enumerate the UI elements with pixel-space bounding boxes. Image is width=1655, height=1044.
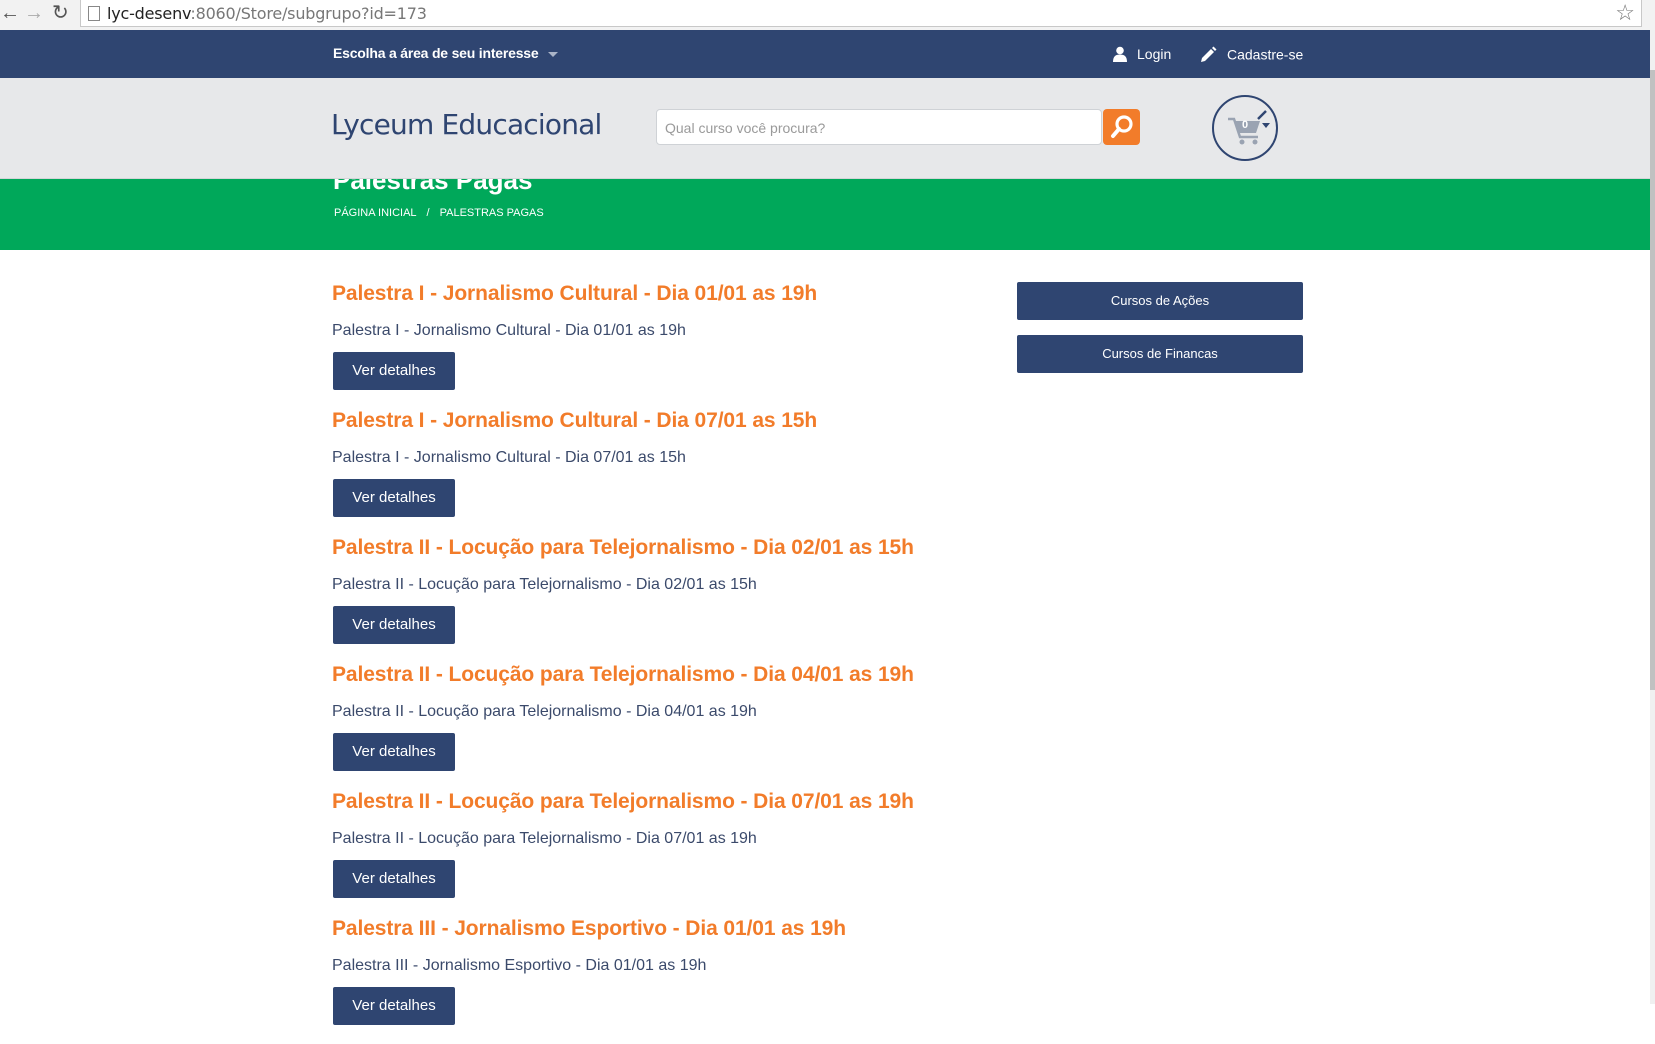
- course-title[interactable]: Palestra I - Jornalismo Cultural - Dia 0…: [332, 409, 817, 433]
- user-icon: [1113, 46, 1127, 65]
- breadcrumb-home[interactable]: PÁGINA INICIAL: [334, 207, 417, 219]
- page-banner: Palestras Pagas PÁGINA INICIAL / PALESTRAS…: [0, 179, 1650, 250]
- forward-arrow-icon[interactable]: →: [24, 2, 44, 24]
- category-button-financas[interactable]: Cursos de Financas: [1017, 335, 1303, 373]
- area-dropdown[interactable]: Escolha a área de seu interesse: [333, 45, 559, 61]
- search-button[interactable]: [1103, 109, 1140, 145]
- login-label: Login: [1137, 46, 1172, 63]
- cart-count: 0: [1242, 119, 1249, 131]
- course-title[interactable]: Palestra II - Locução para Telejornalism…: [332, 663, 914, 687]
- page-icon: [88, 6, 100, 21]
- category-button-acoes[interactable]: Cursos de Ações: [1017, 282, 1303, 320]
- site-logo[interactable]: Lyceum Educacional: [331, 108, 602, 141]
- details-button[interactable]: Ver detalhes: [333, 352, 455, 390]
- address-bar[interactable]: lyc-desenv:8060/Store/subgrupo?id=173 ☆: [80, 0, 1642, 27]
- course-title[interactable]: Palestra III - Jornalismo Esportivo - Di…: [332, 917, 846, 941]
- course-subtitle: Palestra I - Jornalismo Cultural - Dia 0…: [332, 449, 686, 466]
- course-item: Palestra II - Locução para Telejornalism…: [332, 663, 952, 790]
- course-title[interactable]: Palestra II - Locução para Telejornalism…: [332, 790, 914, 814]
- course-subtitle: Palestra II - Locução para Telejornalism…: [332, 576, 757, 593]
- scrollbar-thumb[interactable]: [1650, 70, 1655, 690]
- course-item: Palestra I - Jornalismo Cultural - Dia 0…: [332, 409, 952, 536]
- search-input[interactable]: [663, 116, 1087, 140]
- search-icon: [1103, 115, 1140, 149]
- signup-link[interactable]: Cadastre-se: [1200, 46, 1303, 66]
- signup-label: Cadastre-se: [1227, 46, 1304, 63]
- search-box: [656, 109, 1102, 145]
- details-button[interactable]: Ver detalhes: [333, 987, 455, 1025]
- details-button[interactable]: Ver detalhes: [333, 860, 455, 898]
- top-navbar: Escolha a área de seu interesse Login Ca…: [0, 30, 1650, 78]
- course-subtitle: Palestra I - Jornalismo Cultural - Dia 0…: [332, 322, 686, 339]
- course-title[interactable]: Palestra II - Locução para Telejornalism…: [332, 536, 914, 560]
- details-button[interactable]: Ver detalhes: [333, 733, 455, 771]
- course-item: Palestra I - Jornalismo Cultural - Dia 0…: [332, 282, 952, 409]
- site-header: Lyceum Educacional 0: [0, 78, 1650, 179]
- browser-toolbar: ← → ↻ lyc-desenv:8060/Store/subgrupo?id=…: [0, 0, 1655, 31]
- back-arrow-icon[interactable]: ←: [0, 2, 20, 24]
- category-sidebar: Cursos de Ações Cursos de Financas: [1017, 282, 1303, 388]
- details-button[interactable]: Ver detalhes: [333, 606, 455, 644]
- breadcrumb: PÁGINA INICIAL / PALESTRAS PAGAS: [334, 207, 544, 219]
- course-list: Palestra I - Jornalismo Cultural - Dia 0…: [332, 282, 952, 1044]
- course-subtitle: Palestra III - Jornalismo Esportivo - Di…: [332, 957, 707, 974]
- shopping-cart-button[interactable]: 0: [1212, 95, 1278, 161]
- url-text: lyc-desenv:8060/Store/subgrupo?id=173: [107, 4, 427, 23]
- course-subtitle: Palestra II - Locução para Telejornalism…: [332, 703, 757, 720]
- bookmark-star-icon[interactable]: ☆: [1615, 0, 1635, 26]
- reload-icon[interactable]: ↻: [52, 2, 69, 24]
- login-link[interactable]: Login: [1113, 46, 1171, 65]
- page-scrollbar[interactable]: [1650, 30, 1655, 1004]
- area-dropdown-label: Escolha a área de seu interesse: [333, 45, 539, 61]
- course-item: Palestra II - Locução para Telejornalism…: [332, 790, 952, 917]
- details-button[interactable]: Ver detalhes: [333, 479, 455, 517]
- course-title[interactable]: Palestra I - Jornalismo Cultural - Dia 0…: [332, 282, 817, 306]
- course-subtitle: Palestra II - Locução para Telejornalism…: [332, 830, 757, 847]
- course-item: Palestra II - Locução para Telejornalism…: [332, 536, 952, 663]
- breadcrumb-current: PALESTRAS PAGAS: [439, 207, 544, 219]
- page-title: Palestras Pagas: [333, 179, 533, 195]
- breadcrumb-separator: /: [426, 207, 430, 219]
- caret-down-icon: [548, 51, 559, 57]
- course-item: Palestra III - Jornalismo Esportivo - Di…: [332, 917, 952, 1044]
- pencil-icon: [1200, 46, 1217, 66]
